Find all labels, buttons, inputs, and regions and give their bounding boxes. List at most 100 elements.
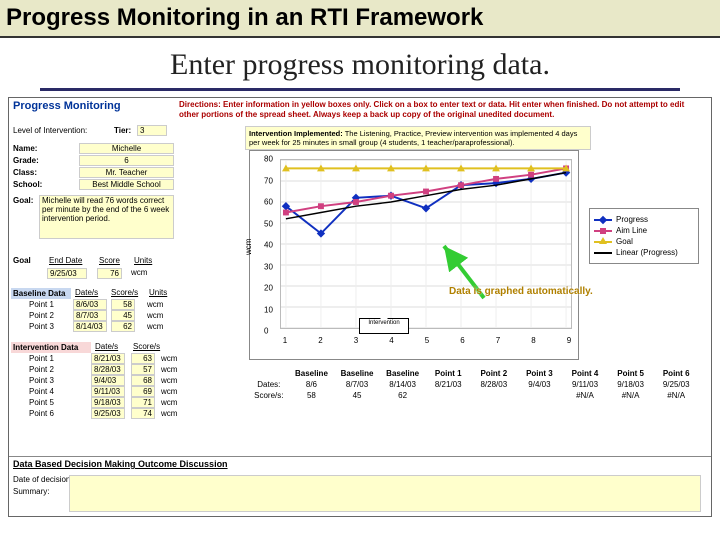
table-cell: 8/7/03 [334, 379, 380, 390]
table-cell: Point 2 [471, 368, 517, 379]
baseline-pt1-label: Point 1 [29, 300, 54, 309]
intervention-implemented-label: Intervention Implemented: [249, 129, 343, 138]
table-cell: 8/28/03 [471, 379, 517, 390]
legend-item-progress: Progress [594, 215, 694, 224]
table-cell: 9/25/03 [653, 379, 699, 390]
baseline-pt3-date[interactable]: 8/14/03 [73, 321, 107, 332]
table-cell: 8/14/03 [380, 379, 426, 390]
chart-plot [281, 160, 571, 328]
intvn-pt-units: wcm [161, 387, 177, 396]
x-tick: 2 [318, 336, 322, 345]
intvn-pt-label: Point 1 [29, 354, 54, 363]
baseline-pt3-label: Point 3 [29, 322, 54, 331]
y-tick: 60 [264, 198, 273, 207]
intvn-pt-date[interactable]: 8/28/03 [91, 364, 125, 375]
intvn-pt-score[interactable]: 71 [131, 397, 155, 408]
table-cell: 62 [380, 390, 426, 401]
intvn-pt-date[interactable]: 9/11/03 [91, 386, 125, 397]
baseline-pt2-date[interactable]: 8/7/03 [73, 310, 107, 321]
baseline-pt1-date[interactable]: 8/6/03 [73, 299, 107, 310]
name-value[interactable]: Michelle [79, 143, 174, 154]
intvn-col-date: Date/s [95, 342, 118, 351]
chart-grid [280, 159, 572, 329]
grade-value[interactable]: 6 [79, 155, 174, 166]
x-tick: 6 [460, 336, 464, 345]
goal-score[interactable]: 76 [97, 268, 122, 279]
table-cell: Baseline [380, 368, 426, 379]
intervention-data-header: Intervention Data [11, 342, 91, 353]
goal-end-date[interactable]: 9/25/03 [47, 268, 87, 279]
discussion-body[interactable] [69, 475, 701, 512]
y-tick: 40 [264, 241, 273, 250]
intvn-pt-score[interactable]: 74 [131, 408, 155, 419]
intervention-implemented-text[interactable]: Intervention Implemented: The Listening,… [245, 126, 591, 150]
baseline-pt2-score[interactable]: 45 [111, 310, 135, 321]
table-cell: 9/4/03 [517, 379, 563, 390]
grade-label: Grade: [13, 156, 39, 165]
intvn-pt-units: wcm [161, 409, 177, 418]
table-cell: 58 [289, 390, 335, 401]
baseline-header: Baseline Data [11, 288, 71, 299]
intvn-pt-score[interactable]: 68 [131, 375, 155, 386]
table-cell: Baseline [289, 368, 335, 379]
baseline-pt3-score[interactable]: 62 [111, 321, 135, 332]
table-cell: 8/6 [289, 379, 335, 390]
intvn-pt-date[interactable]: 9/4/03 [91, 375, 125, 386]
table-cell: Point 4 [562, 368, 608, 379]
intvn-pt-label: Point 4 [29, 387, 54, 396]
x-tick: 3 [354, 336, 358, 345]
x-tick: 4 [389, 336, 393, 345]
y-axis-label: wcm [244, 239, 253, 255]
y-tick: 0 [264, 327, 268, 336]
y-tick: 10 [264, 305, 273, 314]
legend-item-linear: Linear (Progress) [594, 248, 694, 257]
x-tick: 8 [531, 336, 535, 345]
y-tick: 20 [264, 284, 273, 293]
table-cell: Point 5 [608, 368, 654, 379]
class-label: Class: [13, 168, 37, 177]
tier-value[interactable]: 3 [137, 125, 167, 136]
chart-legend: Progress Aim Line Goal Linear (Progress) [589, 208, 699, 264]
intvn-col-score: Score/s [133, 342, 160, 351]
baseline-col-units: Units [149, 288, 167, 297]
decision-date-label: Date of decision: [13, 475, 73, 484]
class-value[interactable]: Mr. Teacher [79, 167, 174, 178]
subtitle-underline [40, 88, 680, 91]
green-arrow-icon [429, 238, 499, 308]
intvn-pt-score[interactable]: 57 [131, 364, 155, 375]
goal-row-hdr: Goal [13, 256, 31, 265]
legend-label: Aim Line [616, 226, 647, 235]
legend-label: Linear (Progress) [616, 248, 678, 257]
goal-units: wcm [131, 268, 147, 277]
data-graphed-callout: Data is graphed automatically. [449, 286, 593, 297]
baseline-col-date: Date/s [75, 288, 98, 297]
legend-item-aimline: Aim Line [594, 226, 694, 235]
baseline-pt1-score[interactable]: 58 [111, 299, 135, 310]
school-value[interactable]: Best Middle School [79, 179, 174, 190]
table-cell: Dates: [249, 379, 289, 390]
x-tick: 1 [283, 336, 287, 345]
sheet-heading: Progress Monitoring [13, 100, 121, 112]
bottom-data-table: BaselineBaselineBaselinePoint 1Point 2Po… [249, 368, 699, 401]
table-cell: #N/A [653, 390, 699, 401]
goal-text[interactable]: Michelle will read 76 words correct per … [39, 195, 174, 239]
intvn-pt-label: Point 6 [29, 409, 54, 418]
baseline-pt2-label: Point 2 [29, 311, 54, 320]
intvn-pt-label: Point 5 [29, 398, 54, 407]
intvn-pt-date[interactable]: 9/25/03 [91, 408, 125, 419]
intvn-pt-units: wcm [161, 354, 177, 363]
table-cell: Baseline [334, 368, 380, 379]
intvn-pt-score[interactable]: 63 [131, 353, 155, 364]
level-of-intervention-label: Level of Intervention: [13, 126, 87, 135]
slide-subtitle: Enter progress monitoring data. [0, 38, 720, 88]
table-cell: 9/18/03 [608, 379, 654, 390]
table-cell [425, 390, 471, 401]
table-cell [517, 390, 563, 401]
intvn-pt-score[interactable]: 69 [131, 386, 155, 397]
intvn-pt-date[interactable]: 9/18/03 [91, 397, 125, 408]
intvn-pt-label: Point 3 [29, 376, 54, 385]
intvn-pt-date[interactable]: 8/21/03 [91, 353, 125, 364]
baseline-pt3-units: wcm [147, 322, 163, 331]
intervention-callout-box: Intervention [359, 318, 409, 334]
y-tick: 70 [264, 176, 273, 185]
